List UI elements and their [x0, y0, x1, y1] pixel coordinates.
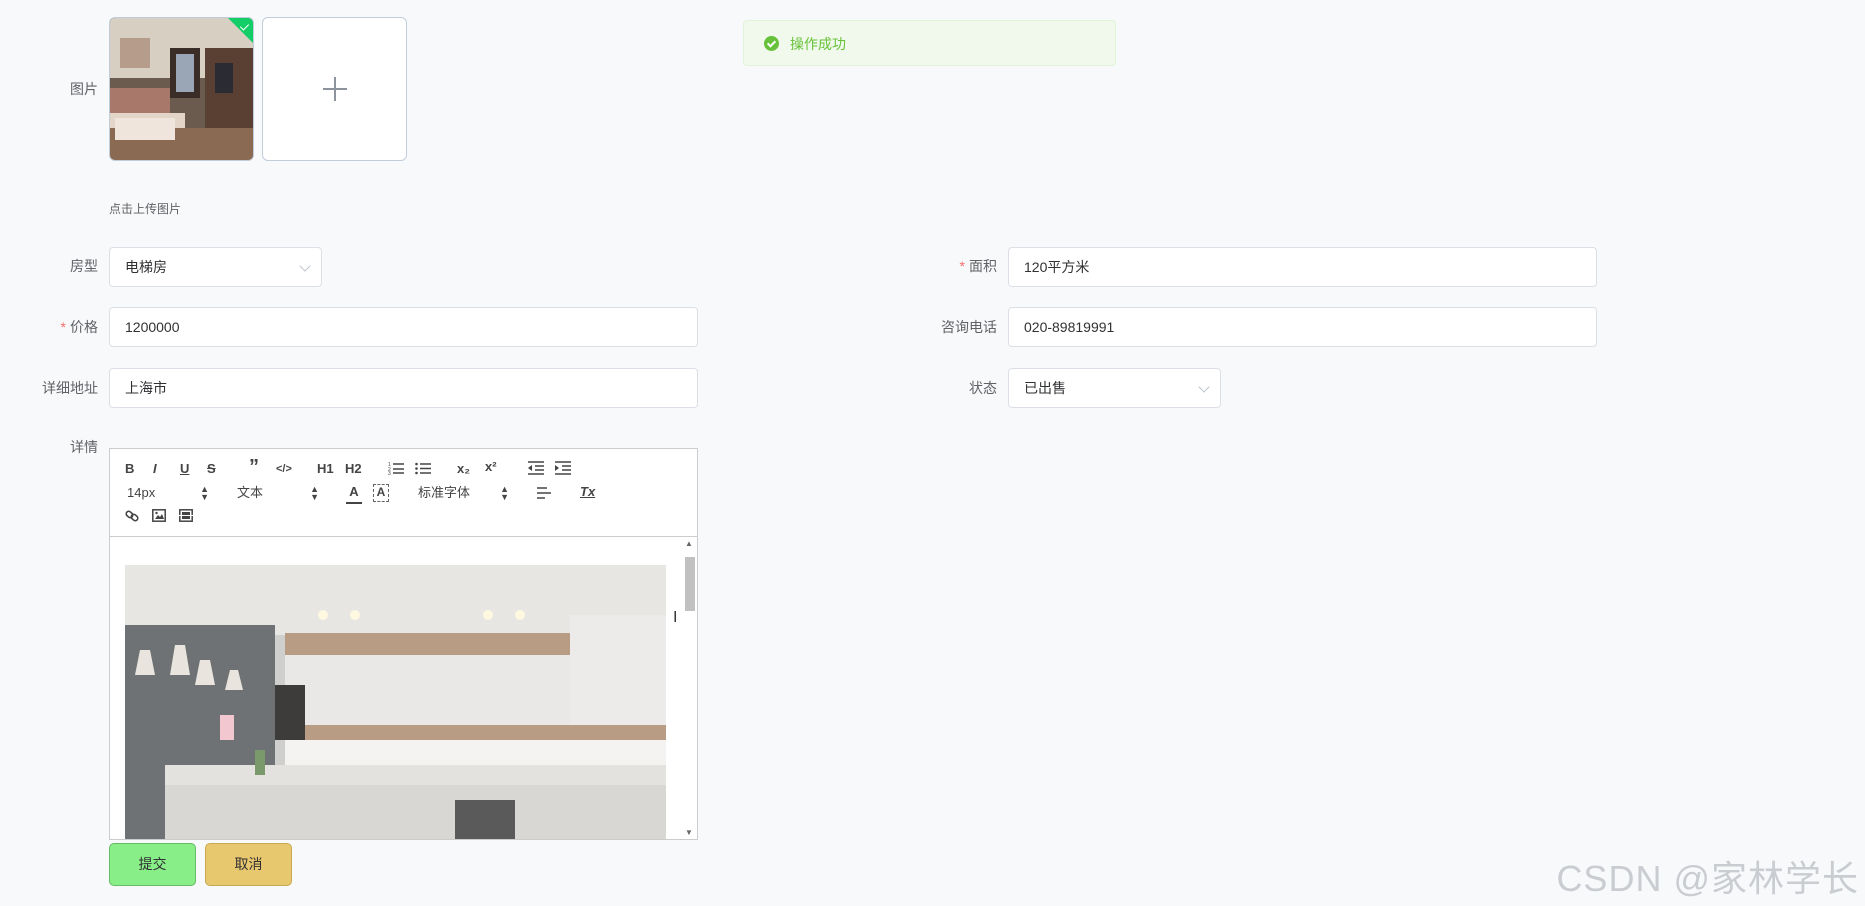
underline-button[interactable]: U — [180, 461, 189, 477]
bold-button[interactable]: B — [125, 461, 134, 477]
scroll-down-arrow[interactable]: ▼ — [685, 828, 693, 837]
editor-scrollbar[interactable]: ▲ ▼ — [682, 539, 696, 837]
font-size-value: 14px — [127, 485, 156, 500]
kitchen-photo — [125, 565, 666, 839]
cancel-button[interactable]: 取消 — [205, 843, 292, 886]
address-value: 上海市 — [125, 380, 167, 396]
font-family-select[interactable]: 标准字体 ▲ ▼ — [418, 484, 509, 502]
bullet-list-icon[interactable] — [415, 461, 431, 475]
upload-add-button[interactable] — [262, 17, 407, 161]
area-label-text: 面积 — [969, 258, 997, 274]
editor-toolbar: B I U S ” </> H1 H2 123 x₂ x² 14px ▲ ▼ 文本… — [110, 449, 697, 537]
background-color-icon[interactable]: A — [373, 484, 389, 502]
header-select[interactable]: 文本 ▲ ▼ — [237, 484, 319, 502]
ordered-list-icon[interactable]: 123 — [388, 461, 404, 477]
room-type-value: 电梯房 — [125, 259, 167, 275]
plus-icon-vertical — [334, 77, 336, 101]
font-size-select[interactable]: 14px ▲ ▼ — [127, 484, 209, 502]
success-toast: 操作成功 — [743, 20, 1116, 66]
required-mark: * — [959, 258, 965, 274]
price-label: * 价格 — [8, 318, 98, 336]
room-type-label: 房型 — [70, 258, 98, 274]
price-field[interactable]: 1200000 — [109, 307, 698, 347]
address-label: 详细地址 — [42, 380, 98, 396]
clean-format-button[interactable]: Tx — [580, 484, 595, 500]
scroll-up-arrow[interactable]: ▲ — [685, 539, 693, 548]
phone-field[interactable]: 020-89819991 — [1008, 307, 1597, 347]
uploaded-image-thumbnail[interactable] — [109, 17, 254, 161]
indent-icon[interactable] — [555, 461, 571, 475]
superscript-button[interactable]: x² — [485, 459, 497, 475]
scroll-thumb[interactable] — [685, 557, 695, 611]
video-icon[interactable] — [179, 509, 193, 522]
room-type-select[interactable]: 电梯房 — [109, 247, 322, 287]
svg-text:3: 3 — [388, 471, 391, 475]
price-value: 1200000 — [125, 319, 180, 335]
rich-text-editor[interactable]: B I U S ” </> H1 H2 123 x₂ x² 14px ▲ ▼ 文本… — [109, 448, 698, 840]
code-block-button[interactable]: </> — [276, 461, 292, 477]
align-left-icon[interactable] — [537, 486, 551, 499]
header-value: 文本 — [237, 485, 264, 500]
image-icon[interactable] — [152, 509, 166, 522]
outdent-icon[interactable] — [528, 461, 544, 475]
required-mark: * — [60, 319, 66, 335]
select-updown-icon: ▲ ▼ — [200, 484, 209, 502]
text-cursor-icon: I — [673, 609, 678, 626]
success-check-icon — [764, 36, 779, 51]
status-value: 已出售 — [1024, 380, 1066, 396]
watermark: CSDN @家林学长 — [1556, 858, 1859, 899]
price-label-text: 价格 — [70, 319, 98, 335]
h2-button[interactable]: H2 — [345, 461, 362, 477]
strike-button[interactable]: S — [207, 461, 216, 477]
h1-button[interactable]: H1 — [317, 461, 334, 477]
toast-message: 操作成功 — [790, 36, 846, 52]
phone-value: 020-89819991 — [1024, 319, 1115, 335]
image-label: 图片 — [70, 81, 98, 97]
text-color-icon[interactable]: A — [346, 484, 362, 504]
submit-button[interactable]: 提交 — [109, 843, 196, 886]
details-label: 详情 — [70, 439, 98, 455]
chevron-down-icon — [1198, 381, 1210, 393]
area-label: * 面积 — [907, 257, 997, 275]
address-field[interactable]: 上海市 — [109, 368, 698, 408]
area-field[interactable]: 120平方米 — [1008, 247, 1597, 287]
upload-hint: 点击上传图片 — [109, 202, 182, 216]
phone-label: 咨询电话 — [941, 319, 997, 335]
blockquote-button[interactable]: ” — [249, 457, 259, 477]
select-updown-icon: ▲ ▼ — [500, 484, 509, 502]
area-value: 120平方米 — [1024, 259, 1090, 275]
italic-button[interactable]: I — [153, 461, 157, 477]
subscript-button[interactable]: x₂ — [457, 461, 470, 477]
link-icon[interactable] — [125, 509, 139, 523]
chevron-down-icon — [299, 260, 311, 272]
status-label: 状态 — [969, 380, 997, 396]
editor-content[interactable]: ▲ ▼ I — [110, 537, 697, 839]
room-photo — [110, 18, 253, 160]
font-family-value: 标准字体 — [418, 485, 471, 500]
status-select[interactable]: 已出售 — [1008, 368, 1221, 408]
select-updown-icon: ▲ ▼ — [310, 484, 319, 502]
